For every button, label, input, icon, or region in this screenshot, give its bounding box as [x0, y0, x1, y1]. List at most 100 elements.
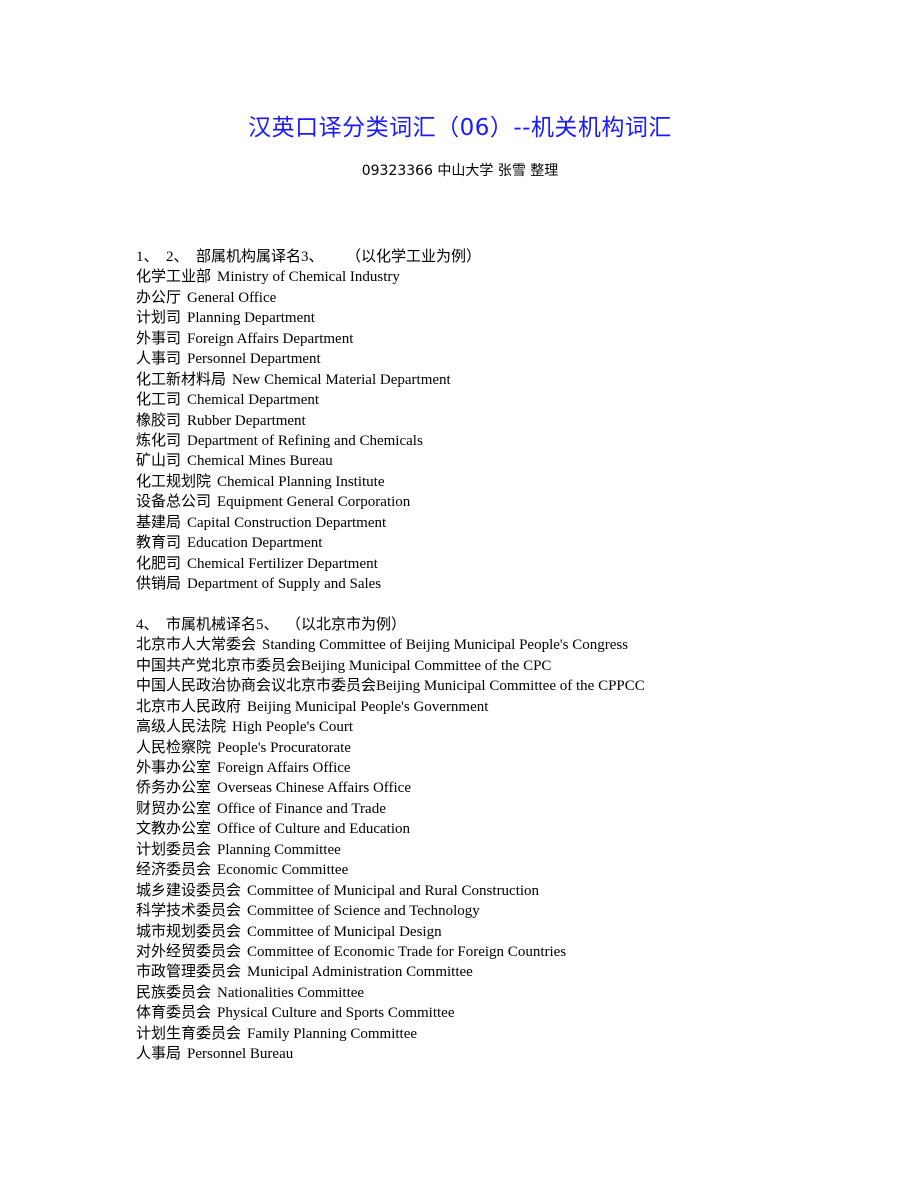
- entry-english: Beijing Municipal Committee of the CPPCC: [376, 678, 645, 695]
- glossary-entry: 中国人民政治协商会议北京市委员会Beijing Municipal Commit…: [136, 676, 836, 696]
- entry-english: Capital Construction Department: [187, 514, 387, 531]
- entry-english: Education Department: [187, 535, 323, 552]
- entry-chinese: 人事司: [136, 351, 182, 368]
- entry-chinese: 北京市人大常委会: [136, 637, 257, 654]
- glossary-entry: 城乡建设委员会 Committee of Municipal and Rural …: [136, 881, 836, 901]
- glossary-entry: 化学工业部 Ministry of Chemical Industry: [136, 267, 836, 287]
- entry-chinese: 对外经贸委员会: [136, 943, 242, 960]
- entry-chinese: 化肥司: [136, 555, 182, 572]
- entry-english: High People's Court: [232, 719, 354, 736]
- entry-chinese: 北京市人民政府: [136, 698, 242, 715]
- entry-english: Chemical Department: [187, 392, 320, 409]
- entry-chinese: 基建局: [136, 514, 182, 531]
- entry-english: Foreign Affairs Office: [217, 760, 351, 776]
- entry-chinese: 矿山司: [136, 453, 182, 470]
- glossary-entry: 外事司 Foreign Affairs Department: [136, 329, 836, 349]
- entry-english: Equipment General Corporation: [217, 494, 411, 511]
- entry-english: Department of Refining and Chemicals: [187, 432, 423, 449]
- entry-chinese: 外事司: [136, 330, 182, 347]
- entry-chinese: 化工司: [136, 392, 182, 409]
- entry-chinese: 化学工业部: [136, 269, 212, 286]
- glossary-entry: 教育司 Education Department: [136, 533, 836, 553]
- glossary-entry: 化肥司 Chemical Fertilizer Department: [136, 554, 836, 574]
- glossary-entry: 化工新材料局 New Chemical Material Department: [136, 370, 836, 390]
- glossary-entry: 民族委员会 Nationalities Committee: [136, 983, 836, 1003]
- entry-english: Physical Culture and Sports Committee: [217, 1005, 455, 1022]
- glossary-entry: 计划委员会 Planning Committee: [136, 840, 836, 860]
- entry-chinese: 高级人民法院: [136, 719, 227, 736]
- glossary-entry: 化工规划院 Chemical Planning Institute: [136, 472, 836, 492]
- entry-chinese: 化工规划院: [136, 473, 212, 490]
- entry-english: Office of Finance and Trade: [217, 800, 386, 817]
- entry-chinese: 计划司: [136, 310, 182, 327]
- glossary-entry: 体育委员会 Physical Culture and Sports Committ…: [136, 1003, 836, 1023]
- entry-english: Chemical Planning Institute: [217, 473, 385, 490]
- entry-english: Chemical Mines Bureau: [187, 453, 333, 470]
- entry-english: Standing Committee of Beijing Municipal …: [262, 637, 629, 654]
- glossary-entry: 办公厅 General Office: [136, 288, 836, 308]
- entry-english: People's Procuratorate: [217, 739, 351, 756]
- glossary-entry: 橡胶司 Rubber Department: [136, 411, 836, 431]
- entry-english: Office of Culture and Education: [217, 821, 411, 838]
- entry-english: New Chemical Material Department: [232, 371, 451, 388]
- entry-english: Economic Committee: [217, 862, 349, 879]
- glossary-entry: 矿山司 Chemical Mines Bureau: [136, 451, 836, 471]
- document-body: 1、 2、 部属机构属译名3、 （以化学工业为例） 化学工业部 Ministry o…: [136, 247, 836, 1065]
- entry-chinese: 城乡建设委员会: [136, 882, 242, 899]
- entry-english: Personnel Department: [187, 351, 321, 368]
- entry-chinese: 侨务办公室: [136, 780, 212, 797]
- entry-chinese: 橡胶司: [136, 412, 182, 429]
- entry-chinese: 民族委员会: [136, 984, 212, 1001]
- entry-chinese: 办公厅: [136, 289, 182, 306]
- glossary-entry: 供销局 Department of Supply and Sales: [136, 574, 836, 594]
- entry-english: Committee of Science and Technology: [247, 903, 480, 920]
- entry-english: Committee of Municipal Design: [247, 923, 442, 940]
- entry-english: Family Planning Committee: [247, 1025, 418, 1042]
- entry-english: Personnel Bureau: [187, 1046, 294, 1063]
- glossary-entry: 高级人民法院 High People's Court: [136, 717, 836, 737]
- entry-chinese: 文教办公室: [136, 821, 212, 838]
- entry-english: Ministry of Chemical Industry: [217, 269, 400, 286]
- entry-chinese: 人民检察院: [136, 739, 212, 756]
- entry-chinese: 科学技术委员会: [136, 903, 242, 920]
- glossary-entry: 外事办公室 Foreign Affairs Office: [136, 758, 836, 778]
- glossary-entry: 炼化司 Department of Refining and Chemicals: [136, 431, 836, 451]
- entry-chinese: 教育司: [136, 535, 182, 552]
- glossary-entry: 文教办公室 Office of Culture and Education: [136, 819, 836, 839]
- glossary-entry: 市政管理委员会 Municipal Administration Committe…: [136, 962, 836, 982]
- entry-english: Overseas Chinese Affairs Office: [217, 780, 411, 797]
- document-title: 汉英口译分类词汇（06）--机关机构词汇: [248, 115, 672, 141]
- glossary-entry: 设备总公司 Equipment General Corporation: [136, 492, 836, 512]
- entry-chinese: 炼化司: [136, 432, 182, 449]
- section-heading: 4、 市属机械译名5、 （以北京市为例）: [136, 616, 407, 633]
- entry-english: Beijing Municipal Committee of the CPC: [301, 657, 552, 674]
- glossary-entry: 化工司 Chemical Department: [136, 390, 836, 410]
- entry-chinese: 计划生育委员会: [136, 1025, 242, 1042]
- entry-chinese: 经济委员会: [136, 862, 212, 879]
- entry-english: Chemical Fertilizer Department: [187, 555, 378, 572]
- entry-chinese: 城市规划委员会: [136, 923, 242, 940]
- entry-chinese: 计划委员会: [136, 841, 212, 858]
- glossary-entry: 经济委员会 Economic Committee: [136, 860, 836, 880]
- glossary-entry: 人事局 Personnel Bureau: [136, 1044, 836, 1064]
- glossary-entry: 北京市人民政府 Beijing Municipal People's Govern…: [136, 697, 836, 717]
- glossary-entry: 中国共产党北京市委员会Beijing Municipal Committee o…: [136, 656, 836, 676]
- section-heading: 1、 2、 部属机构属译名3、 （以化学工业为例）: [136, 249, 482, 265]
- entry-chinese: 中国共产党北京市委员会: [136, 657, 302, 674]
- entry-english: Committee of Municipal and Rural Constru…: [247, 882, 540, 899]
- glossary-entry: 科学技术委员会 Committee of Science and Technolo…: [136, 901, 836, 921]
- entry-chinese: 供销局: [136, 576, 182, 592]
- glossary-entry: 北京市人大常委会 Standing Committee of Beijing Mu…: [136, 635, 836, 655]
- entry-english: Beijing Municipal People's Government: [247, 698, 489, 715]
- entry-chinese: 设备总公司: [136, 494, 212, 511]
- entry-english: General Office: [187, 289, 277, 306]
- entry-english: Nationalities Committee: [217, 984, 365, 1001]
- entry-chinese: 财贸办公室: [136, 800, 212, 817]
- entry-english: Municipal Administration Committee: [247, 964, 473, 981]
- entry-chinese: 化工新材料局: [136, 371, 227, 388]
- glossary-entry: 城市规划委员会 Committee of Municipal Design: [136, 922, 836, 942]
- glossary-entry: 侨务办公室 Overseas Chinese Affairs Office: [136, 778, 836, 798]
- glossary-entry: 基建局 Capital Construction Department: [136, 513, 836, 533]
- document-subtitle: 09323366 中山大学 张雪 整理: [361, 163, 559, 179]
